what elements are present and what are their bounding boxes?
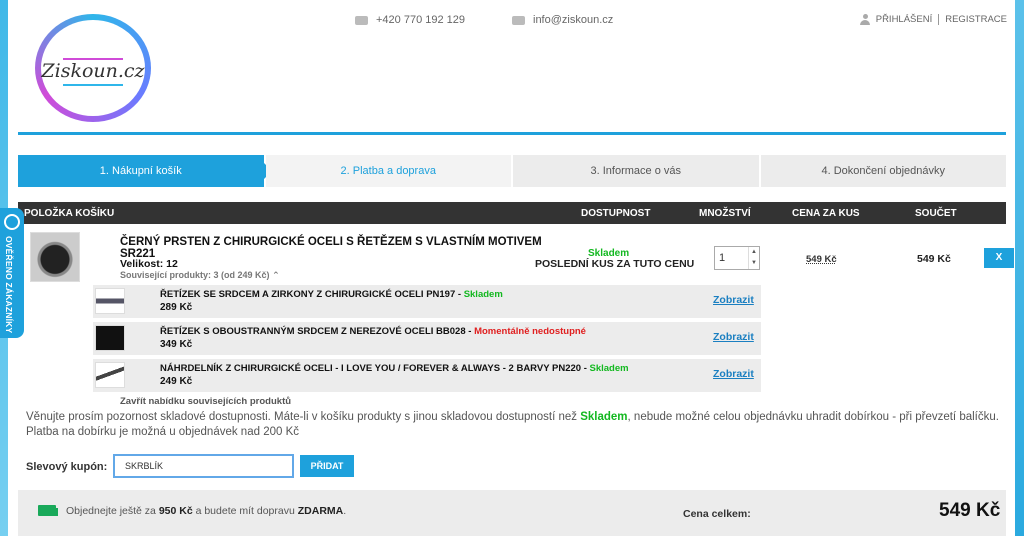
chevron-up-icon[interactable]: ⌃ xyxy=(272,270,280,280)
related-products-toggle[interactable]: Související produkty: 3 (od 249 Kč) ⌃ xyxy=(120,270,280,281)
related-item: NÁHRDELNÍK Z CHIRURGICKÉ OCELI - I LOVE … xyxy=(93,359,761,392)
header-total: SOUČET xyxy=(915,208,957,219)
logo-text: Ziskoun.cz xyxy=(41,60,145,82)
view-related-link[interactable]: Zobrazit xyxy=(713,331,754,343)
coupon-label: Slevový kupón: xyxy=(26,461,108,473)
header-unit-price: CENA ZA KUS xyxy=(792,208,860,219)
verified-badge-label: OVĚŘENO ZÁKAZNÍKY xyxy=(4,236,14,334)
add-coupon-button[interactable]: PŘIDAT xyxy=(300,455,354,477)
related-item: ŘETÍZEK SE SRDCEM A ZIRKONY Z CHIRURGICK… xyxy=(93,285,761,318)
related-status: Momentálně nedostupné xyxy=(474,326,586,337)
shipping-free: ZDARMA xyxy=(297,505,344,517)
quantity-up-icon[interactable]: ▲ xyxy=(749,247,759,258)
product-code: SR221 xyxy=(120,248,156,260)
shipping-middle: a budete mít dopravu xyxy=(192,505,298,517)
email-address[interactable]: info@ziskoun.cz xyxy=(533,14,613,26)
quantity-spinner[interactable]: ▲ ▼ xyxy=(748,247,759,269)
page: Ziskoun.cz +420 770 192 129 info@ziskoun… xyxy=(8,0,1015,536)
cart-table-header: POLOŽKA KOŠÍKU DOSTUPNOST MNOŽSTVÍ CENA … xyxy=(18,202,1006,224)
phone-icon xyxy=(355,15,368,25)
step-finish: 4. Dokončení objednávky xyxy=(760,155,1006,187)
truck-icon xyxy=(38,505,58,516)
cart-summary: Objednejte ještě za 950 Kč a budete mít … xyxy=(18,490,1006,536)
related-thumb[interactable] xyxy=(95,362,125,388)
verified-icon xyxy=(4,214,20,230)
register-link[interactable]: REGISTRACE xyxy=(945,14,1007,25)
related-title[interactable]: ŘETÍZEK S OBOUSTRANNÝM SRDCEM Z NEREZOVÉ… xyxy=(160,326,474,337)
availability-notice: Věnujte prosím pozornost skladové dostup… xyxy=(26,410,1010,440)
product-image[interactable] xyxy=(30,232,80,282)
total-label: Cena celkem: xyxy=(683,508,751,520)
related-price: 249 Kč xyxy=(160,376,193,387)
related-thumb[interactable] xyxy=(95,288,125,314)
verified-badge[interactable]: OVĚŘENO ZÁKAZNÍKY xyxy=(0,208,24,338)
related-price: 289 Kč xyxy=(160,302,193,313)
checkout-steps: 1. Nákupní košík 2. Platba a doprava 3. … xyxy=(18,155,1006,187)
unit-price: 549 Kč xyxy=(806,254,837,265)
product-title[interactable]: ČERNÝ PRSTEN Z CHIRURGICKÉ OCELI S ŘETĚZ… xyxy=(120,236,542,248)
product-size: Velikost: 12 xyxy=(120,258,178,270)
total-value: 549 Kč xyxy=(939,500,1001,521)
header-item: POLOŽKA KOŠÍKU xyxy=(24,208,115,219)
mail-icon xyxy=(512,15,525,25)
logo-line-bottom xyxy=(63,84,123,86)
related-status: Skladem xyxy=(589,363,629,374)
related-item: ŘETÍZEK S OBOUSTRANNÝM SRDCEM Z NEREZOVÉ… xyxy=(93,322,761,355)
quantity-down-icon[interactable]: ▼ xyxy=(749,258,759,269)
logo-inner: Ziskoun.cz xyxy=(41,20,145,116)
related-status: Skladem xyxy=(463,289,503,300)
logo[interactable]: Ziskoun.cz xyxy=(35,14,151,122)
notice-text: Věnujte prosím pozornost skladové dostup… xyxy=(26,411,581,423)
notice-highlight: Skladem xyxy=(580,411,628,423)
shipping-prefix: Objednejte ještě za xyxy=(66,505,159,517)
related-toggle-label[interactable]: Související produkty: 3 (od 249 Kč) xyxy=(120,270,270,280)
phone-number: +420 770 192 129 xyxy=(376,14,466,26)
related-price: 349 Kč xyxy=(160,339,193,350)
product-name[interactable]: ČERNÝ PRSTEN Z CHIRURGICKÉ OCELI S ŘETĚZ… xyxy=(120,236,542,260)
view-related-link[interactable]: Zobrazit xyxy=(713,294,754,306)
email-contact[interactable]: info@ziskoun.cz xyxy=(512,14,613,26)
auth-links: PŘIHLÁŠENÍ REGISTRACE xyxy=(859,14,1007,25)
coupon-input[interactable] xyxy=(113,454,294,478)
remove-item-button[interactable]: X xyxy=(984,248,1014,268)
close-related-link[interactable]: Zavřít nabídku souvisejících produktů xyxy=(120,396,291,407)
quantity-value[interactable]: 1 xyxy=(719,252,725,264)
header-quantity: MNOŽSTVÍ xyxy=(699,208,751,219)
related-thumb[interactable] xyxy=(95,325,125,351)
quantity-stepper[interactable]: 1 ▲ ▼ xyxy=(714,246,760,270)
phone-contact: +420 770 192 129 xyxy=(355,14,465,26)
login-link[interactable]: PŘIHLÁŠENÍ xyxy=(876,14,933,25)
related-title[interactable]: ŘETÍZEK SE SRDCEM A ZIRKONY Z CHIRURGICK… xyxy=(160,289,464,300)
related-title[interactable]: NÁHRDELNÍK Z CHIRURGICKÉ OCELI - I LOVE … xyxy=(160,363,590,374)
step-payment[interactable]: 2. Platba a doprava xyxy=(265,155,511,187)
user-icon xyxy=(859,14,870,25)
header-divider xyxy=(18,132,1006,135)
related-name[interactable]: ŘETÍZEK S OBOUSTRANNÝM SRDCEM Z NEREZOVÉ… xyxy=(160,326,586,337)
header-availability: DOSTUPNOST xyxy=(581,208,651,219)
shipping-amount: 950 Kč xyxy=(158,505,193,517)
step-cart[interactable]: 1. Nákupní košík xyxy=(18,155,271,187)
divider xyxy=(938,14,940,25)
step-info: 3. Informace o vás xyxy=(513,155,759,187)
related-name[interactable]: NÁHRDELNÍK Z CHIRURGICKÉ OCELI - I LOVE … xyxy=(160,363,629,374)
view-related-link[interactable]: Zobrazit xyxy=(713,368,754,380)
free-shipping-note: Objednejte ještě za 950 Kč a budete mít … xyxy=(66,505,346,517)
shipping-suffix: . xyxy=(343,505,347,517)
subtotal: 549 Kč xyxy=(917,253,951,265)
availability-note: POSLEDNÍ KUS ZA TUTO CENU xyxy=(535,258,695,270)
related-name[interactable]: ŘETÍZEK SE SRDCEM A ZIRKONY Z CHIRURGICK… xyxy=(160,289,503,300)
